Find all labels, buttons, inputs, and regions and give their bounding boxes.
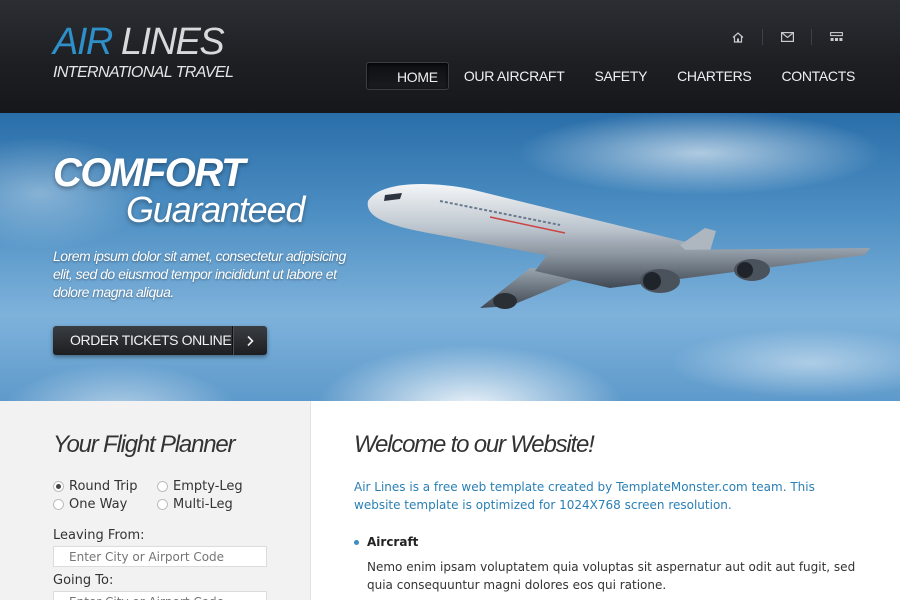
bullet-title: Aircraft [367,535,419,549]
trip-type-row-2: One Way Multi-Leg [53,497,261,512]
radio-indicator [157,499,168,510]
radio-label: Multi-Leg [173,497,233,512]
bullet-description: Nemo enim ipsam voluptatem quia voluptas… [367,560,856,592]
home-icon[interactable] [726,28,750,46]
top-utility-icons [726,28,848,46]
radio-empty-leg[interactable]: Empty-Leg [157,479,261,494]
radio-one-way[interactable]: One Way [53,497,157,512]
leaving-from-input[interactable] [53,546,267,567]
hero-banner: COMFORT Guaranteed Lorem ipsum dolor sit… [0,113,900,401]
radio-label: Empty-Leg [173,479,243,494]
icon-divider [811,29,812,45]
radio-indicator [53,499,64,510]
nav-item-home[interactable]: HOME [366,62,449,90]
hero-subtitle: Guaranteed [126,189,305,230]
content-area: Your Flight Planner Round Trip Empty-Leg… [0,401,900,600]
radio-selected-indicator [53,481,64,492]
flight-planner-panel: Your Flight Planner Round Trip Empty-Leg… [0,401,311,600]
order-tickets-label: ORDER TICKETS ONLINE [70,332,232,348]
bullet-icon [354,539,359,545]
logo-tagline: INTERNATIONAL TRAVEL [53,64,234,81]
mail-icon[interactable] [775,28,799,46]
icon-divider [762,29,763,45]
airplane-image [367,184,870,309]
trip-type-row-1: Round Trip Empty-Leg [53,479,261,494]
going-to-input[interactable] [53,591,267,600]
radio-multi-leg[interactable]: Multi-Leg [157,497,261,512]
nav-item-contacts[interactable]: CONTACTS [766,62,870,90]
radio-label: Round Trip [69,479,138,494]
logo-air-text: AIR [53,21,113,63]
nav-item-our-aircraft[interactable]: OUR AIRCRAFT [449,62,580,90]
radio-round-trip[interactable]: Round Trip [53,479,157,494]
logo-lines-text: LINES [111,21,225,63]
site-header: AIR LINES INTERNATIONAL TRAVEL HOME OUR … [0,0,900,113]
planner-title: Your Flight Planner [53,431,236,458]
radio-label: One Way [69,497,128,512]
order-tickets-button[interactable]: ORDER TICKETS ONLINE [53,326,267,355]
welcome-section: Welcome to our Website! Air Lines is a f… [311,401,900,600]
logo[interactable]: AIR LINES [53,21,225,63]
sitemap-icon[interactable] [824,28,848,46]
leaving-from-label: Leaving From: [53,528,145,543]
radio-indicator [157,481,168,492]
intro-text[interactable]: Air Lines is a free web template created… [354,478,854,514]
hero-description: Lorem ipsum dolor sit amet, consectetur … [53,248,346,300]
list-item: Aircraft [354,535,418,549]
nav-item-safety[interactable]: SAFETY [579,62,662,90]
chevron-right-icon [232,326,267,355]
going-to-label: Going To: [53,573,114,588]
nav-item-charters[interactable]: CHARTERS [662,62,766,90]
main-navigation: HOME OUR AIRCRAFT SAFETY CHARTERS CONTAC… [366,62,870,90]
welcome-title: Welcome to our Website! [354,431,595,458]
